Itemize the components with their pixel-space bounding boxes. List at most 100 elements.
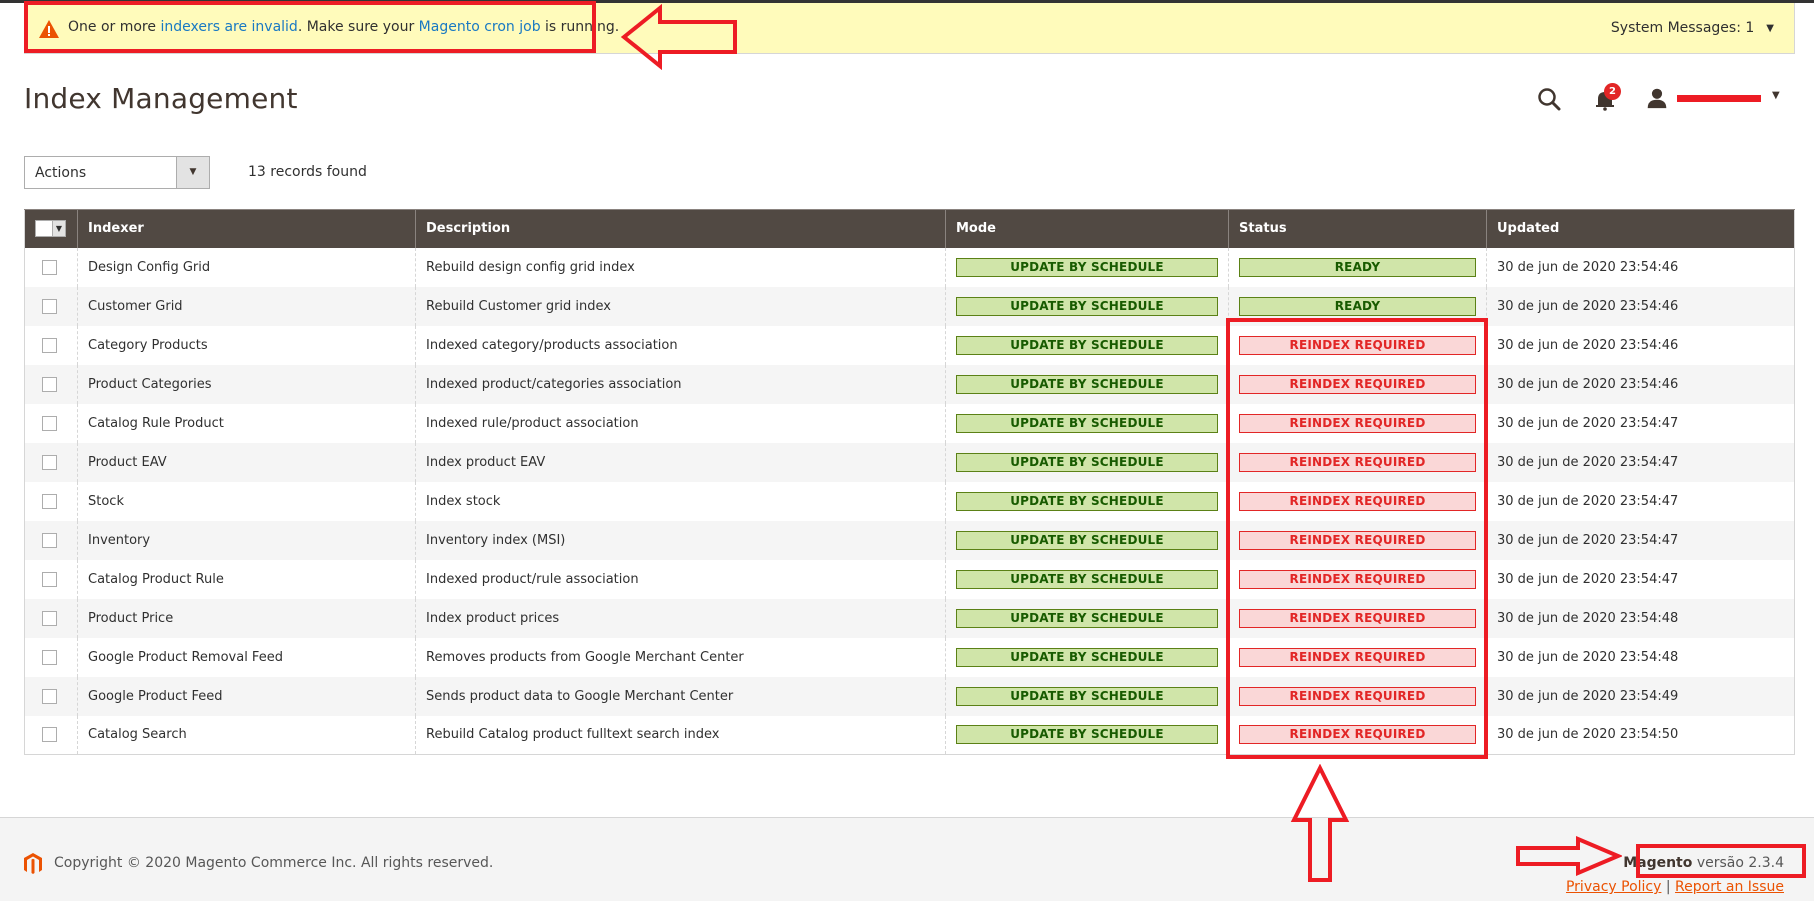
row-checkbox[interactable]: [42, 727, 57, 743]
updated-timestamp: 30 de jun de 2020 23:54:46: [1486, 286, 1795, 326]
row-checkbox[interactable]: [42, 454, 57, 470]
status-badge: REINDEX REQUIRED: [1239, 452, 1476, 472]
mode-cell: UPDATE BY SCHEDULE: [945, 598, 1229, 638]
cron-job-link[interactable]: Magento cron job: [419, 19, 541, 35]
mode-badge: UPDATE BY SCHEDULE: [956, 257, 1218, 277]
status-cell: REINDEX REQUIRED: [1228, 637, 1487, 677]
mode-badge: UPDATE BY SCHEDULE: [956, 452, 1218, 472]
table-row[interactable]: Product Price Index product prices UPDATE …: [24, 598, 1795, 638]
row-checkbox[interactable]: [42, 571, 57, 587]
indexer-name: Customer Grid: [77, 286, 416, 326]
row-checkbox[interactable]: [42, 415, 57, 431]
indexer-name: Catalog Rule Product: [77, 403, 416, 443]
redacted-username: [1677, 95, 1761, 102]
table-row[interactable]: Stock Index stock UPDATE BY SCHEDULE REINDE…: [25, 481, 1795, 521]
mode-badge: UPDATE BY SCHEDULE: [956, 296, 1218, 316]
row-checkbox[interactable]: [42, 610, 57, 626]
notifications-count-badge: 2: [1604, 83, 1621, 100]
mode-cell: UPDATE BY SCHEDULE: [945, 715, 1229, 755]
mode-badge: UPDATE BY SCHEDULE: [956, 686, 1218, 706]
page-title: Index Management: [24, 82, 298, 115]
table-row[interactable]: Google Product Removal Feed Removes produ…: [25, 637, 1795, 677]
column-header-description[interactable]: Description: [415, 209, 946, 248]
table-row[interactable]: Customer Grid Rebuild Customer grid index…: [24, 286, 1795, 326]
row-checkbox[interactable]: [42, 649, 57, 665]
chevron-down-icon: ▼: [1766, 23, 1774, 34]
mode-badge: UPDATE BY SCHEDULE: [956, 608, 1218, 628]
status-badge: REINDEX REQUIRED: [1239, 569, 1476, 589]
status-cell: REINDEX REQUIRED: [1228, 481, 1487, 521]
report-issue-link[interactable]: Report an Issue: [1675, 879, 1784, 895]
status-cell: REINDEX REQUIRED: [1228, 364, 1487, 404]
row-checkbox[interactable]: [42, 688, 57, 704]
indexer-description: Index product EAV: [415, 442, 946, 482]
row-checkbox[interactable]: [42, 493, 57, 509]
status-cell: REINDEX REQUIRED: [1228, 559, 1487, 599]
row-select-cell: [24, 520, 78, 560]
row-select-cell: [25, 560, 78, 599]
table-row[interactable]: Catalog Rule Product Indexed rule/product…: [25, 403, 1795, 443]
system-messages-toggle[interactable]: System Messages: 1 ▼: [1611, 20, 1774, 36]
updated-timestamp: 30 de jun de 2020 23:54:46: [1486, 364, 1795, 404]
row-checkbox[interactable]: [42, 259, 57, 275]
column-header-indexer[interactable]: Indexer: [77, 209, 416, 248]
mode-cell: UPDATE BY SCHEDULE: [945, 676, 1229, 716]
table-row[interactable]: Inventory Inventory index (MSI) UPDATE BY …: [24, 520, 1795, 560]
actions-dropdown[interactable]: Actions ▼: [24, 156, 210, 189]
version-text: versão 2.3.4: [1692, 855, 1784, 871]
table-row[interactable]: Catalog Product Rule Indexed product/rule…: [25, 559, 1795, 599]
chevron-down-icon: ▼: [52, 221, 65, 237]
indexer-name: Google Product Feed: [77, 676, 416, 716]
row-select-cell: [25, 404, 78, 443]
updated-timestamp: 30 de jun de 2020 23:54:47: [1486, 520, 1795, 560]
mode-cell: UPDATE BY SCHEDULE: [945, 559, 1229, 599]
mass-select-checkbox[interactable]: ▼: [35, 220, 66, 238]
system-message-bar: One or more indexers are invalid. Make s…: [24, 3, 1795, 54]
table-row[interactable]: Design Config Grid Rebuild design config …: [25, 247, 1795, 287]
magento-version: Magento versão 2.3.4: [1623, 855, 1784, 871]
indexer-name: Catalog Search: [77, 715, 416, 755]
row-checkbox[interactable]: [42, 532, 57, 548]
user-account-menu[interactable]: ▼: [1646, 86, 1796, 112]
row-checkbox[interactable]: [42, 298, 57, 314]
mode-badge: UPDATE BY SCHEDULE: [956, 725, 1218, 745]
mass-select-header: ▼: [24, 209, 78, 248]
column-header-updated[interactable]: Updated: [1486, 209, 1795, 248]
indexer-description: Indexed product/categories association: [415, 364, 946, 404]
index-grid: ▼ Indexer Description Mode Status Update…: [24, 209, 1795, 755]
notifications-button[interactable]: 2: [1592, 83, 1621, 112]
table-row[interactable]: Category Products Indexed category/produc…: [25, 325, 1795, 365]
status-badge: REINDEX REQUIRED: [1239, 530, 1476, 550]
status-badge: REINDEX REQUIRED: [1239, 491, 1476, 511]
chevron-down-icon: ▼: [176, 157, 209, 188]
table-row[interactable]: Product EAV Index product EAV UPDATE BY SC…: [24, 442, 1795, 482]
indexer-description: Sends product data to Google Merchant Ce…: [415, 676, 946, 716]
status-cell: REINDEX REQUIRED: [1228, 403, 1487, 443]
table-row[interactable]: Product Categories Indexed product/catego…: [24, 364, 1795, 404]
indexers-invalid-link[interactable]: indexers are invalid: [160, 19, 297, 35]
status-badge: REINDEX REQUIRED: [1239, 374, 1476, 394]
table-row[interactable]: Catalog Search Rebuild Catalog product fu…: [25, 715, 1795, 755]
updated-timestamp: 30 de jun de 2020 23:54:49: [1486, 676, 1795, 716]
status-badge: REINDEX REQUIRED: [1239, 608, 1476, 628]
row-select-cell: [25, 482, 78, 521]
row-checkbox[interactable]: [42, 337, 57, 353]
row-checkbox[interactable]: [42, 376, 57, 392]
footer: Copyright © 2020 Magento Commerce Inc. A…: [0, 817, 1814, 901]
status-badge: REINDEX REQUIRED: [1239, 335, 1476, 355]
indexer-name: Design Config Grid: [77, 247, 416, 287]
indexer-description: Indexed category/products association: [415, 325, 946, 365]
updated-timestamp: 30 de jun de 2020 23:54:47: [1486, 442, 1795, 482]
mode-cell: UPDATE BY SCHEDULE: [945, 442, 1229, 482]
indexer-description: Rebuild design config grid index: [415, 247, 946, 287]
message-text-part: One or more: [68, 19, 161, 35]
privacy-policy-link[interactable]: Privacy Policy: [1566, 879, 1661, 895]
search-icon[interactable]: [1536, 86, 1562, 112]
message-text-part: . Make sure your: [297, 19, 419, 35]
table-row[interactable]: Google Product Feed Sends product data to…: [24, 676, 1795, 716]
column-header-status[interactable]: Status: [1228, 209, 1487, 248]
mode-badge: UPDATE BY SCHEDULE: [956, 413, 1218, 433]
status-cell: READY: [1228, 286, 1487, 326]
column-header-mode[interactable]: Mode: [945, 209, 1229, 248]
indexer-name: Inventory: [77, 520, 416, 560]
